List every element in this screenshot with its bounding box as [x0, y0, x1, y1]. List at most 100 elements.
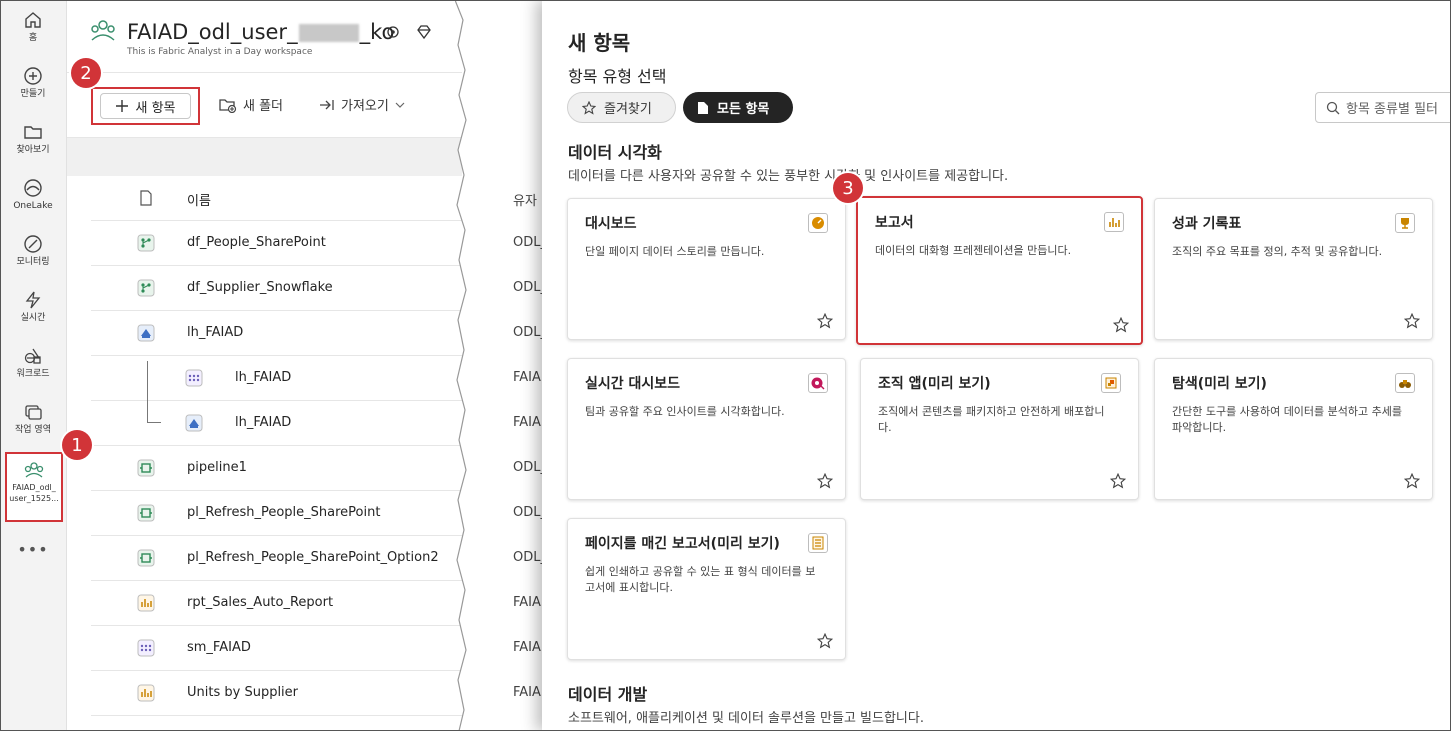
browse-icon [24, 126, 42, 139]
table-row[interactable]: Units by Supplier FAIAD_ [91, 671, 557, 716]
rail-label: OneLake [13, 201, 53, 211]
table-row[interactable]: df_Supplier_Snowflake ODL_U [91, 266, 557, 311]
realtime-icon [25, 291, 41, 309]
paginated-report-card[interactable]: 페이지를 매긴 보고서(미리 보기) 쉽게 인쇄하고 공유할 수 있는 표 형식… [567, 518, 846, 660]
section-desc-visualize: 데이터를 다른 사용자와 공유할 수 있는 풍부한 시각화 및 인사이트를 제공… [568, 169, 1009, 184]
section-title-visualize: 데이터 시각화 [568, 143, 662, 162]
report-card[interactable]: 보고서 데이터의 대화형 프레젠테이션을 만듭니다. [856, 196, 1143, 345]
rail-onelake[interactable]: OneLake [0, 178, 66, 212]
dataflow-icon [137, 279, 155, 297]
star-icon[interactable] [1113, 317, 1129, 333]
dataflow-icon [137, 234, 155, 252]
owner-column-header[interactable]: 유자 [513, 190, 537, 209]
redaction-mask [298, 24, 359, 42]
rail-workspaces[interactable]: 작업 영역 [0, 402, 66, 436]
rail-label: 모니터링 [16, 257, 50, 267]
card-desc: 쉽게 인쇄하고 공유할 수 있는 표 형식 데이터를 보고서에 표시합니다. [585, 565, 816, 594]
item-name: sm_FAIAD [187, 640, 251, 655]
card-desc: 데이터의 대화형 프레젠테이션을 만듭니다. [875, 244, 1072, 257]
rail-realtime[interactable]: 실시간 [0, 290, 66, 324]
table-row[interactable]: lh_FAIAD ODL_U [91, 311, 557, 356]
star-icon[interactable] [1110, 473, 1126, 489]
pipeline-icon [137, 549, 155, 567]
premium-diamond-icon[interactable] [416, 24, 432, 40]
rail-label: 워크로드 [16, 369, 50, 379]
exploration-card[interactable]: 탐색(미리 보기) 간단한 도구를 사용하여 데이터를 분석하고 추세를 파악합… [1154, 358, 1433, 500]
card-title: 페이지를 매긴 보고서(미리 보기) [585, 536, 780, 552]
chevron-down-icon [395, 102, 405, 108]
rail-label: 작업 영역 [15, 425, 51, 435]
new-item-highlight: 새 항목 [91, 87, 200, 125]
favorites-filter[interactable]: 즐겨찾기 [567, 92, 676, 123]
realtime-dashboard-card[interactable]: 실시간 대시보드 팀과 공유할 주요 인사이트를 시각화합니다. [567, 358, 846, 500]
new-item-drawer: 새 항목 항목 유형 선택 즐겨찾기 모든 항목 항목 종류별 필터 데이터 시… [542, 0, 1451, 731]
home-icon [25, 12, 41, 28]
item-name: df_Supplier_Snowflake [187, 280, 333, 295]
semantic-model-icon [137, 639, 155, 657]
table-row[interactable]: pl_Refresh_People_SharePoint ODL_U [91, 491, 557, 536]
rail-label: 만들기 [20, 89, 46, 99]
rail-home[interactable]: 홈 [0, 10, 66, 44]
star-icon[interactable] [817, 313, 833, 329]
item-name: Units by Supplier [187, 685, 299, 700]
new-item-button[interactable]: 새 항목 [100, 93, 191, 119]
torn-edge [455, 0, 469, 731]
all-items-filter[interactable]: 모든 항목 [683, 92, 793, 123]
card-title: 보고서 [875, 215, 914, 231]
card-title: 실시간 대시보드 [585, 376, 681, 392]
workspace-toolbar: 새 항목 새 폴더 가져오기 [67, 72, 462, 138]
dashboard-icon [808, 213, 828, 233]
table-row[interactable]: pipeline1 ODL_U [91, 446, 557, 491]
rail-create[interactable]: 만들기 [0, 66, 66, 100]
card-desc: 팀과 공유할 주요 인사이트를 시각화합니다. [585, 405, 785, 418]
dashboard-card[interactable]: 대시보드 단일 페이지 데이터 스토리를 만듭니다. [567, 198, 846, 340]
item-name: lh_FAIAD [235, 370, 292, 385]
rail-more-button[interactable]: ••• [0, 540, 66, 559]
rail-workspace-label-2: user_1525... [9, 494, 59, 503]
rail-browse[interactable]: 찾아보기 [0, 122, 66, 156]
scorecard-card[interactable]: 성과 기록표 조직의 주요 목표를 정의, 추적 및 공유합니다. [1154, 198, 1433, 340]
filter-placeholder: 항목 종류별 필터 [1346, 102, 1438, 117]
workspace-panel: FAIAD_odl_user_ _ko This is Fabric Analys… [67, 0, 557, 731]
import-label: 가져오기 [341, 99, 389, 114]
star-icon[interactable] [1404, 473, 1420, 489]
name-column-header[interactable]: 이름 [187, 190, 211, 209]
workspace-subtitle: This is Fabric Analyst in a Day workspac… [127, 47, 313, 57]
favorites-label: 즐겨찾기 [604, 102, 652, 117]
rail-workspace-label-1: FAIAD_odl_ [12, 483, 56, 492]
import-button[interactable]: 가져오기 [319, 95, 405, 114]
workspace-people-icon [24, 462, 44, 478]
card-desc: 조직의 주요 목표를 정의, 추적 및 공유합니다. [1172, 245, 1383, 258]
settings-people-icon[interactable] [385, 24, 401, 40]
left-rail: 홈 만들기 찾아보기 OneLake 모니터링 실시간 워크로드 작업 영역 F… [0, 0, 67, 731]
item-type-filter-input[interactable]: 항목 종류별 필터 [1315, 92, 1451, 123]
drawer-title: 새 항목 [568, 31, 631, 55]
monitor-icon [24, 235, 42, 253]
star-icon[interactable] [817, 473, 833, 489]
table-row[interactable]: df_People_SharePoint ODL_U [91, 221, 557, 266]
star-icon[interactable] [817, 633, 833, 649]
report-icon [137, 684, 155, 702]
import-arrow-icon [320, 99, 334, 110]
rail-monitor[interactable]: 모니터링 [0, 234, 66, 268]
star-icon[interactable] [1404, 313, 1420, 329]
card-title: 탐색(미리 보기) [1172, 376, 1267, 392]
workload-icon [24, 348, 41, 364]
plus-icon [116, 100, 129, 112]
item-name: df_People_SharePoint [187, 235, 326, 250]
org-app-card[interactable]: 조직 앱(미리 보기) 조직에서 콘텐츠를 패키지하고 안전하게 배포합니다. [860, 358, 1139, 500]
sql-endpoint-icon [185, 414, 203, 432]
new-folder-button[interactable]: 새 폴더 [219, 95, 283, 114]
tree-connector [147, 361, 161, 423]
workspace-title: FAIAD_odl_user_ _ko [127, 20, 394, 44]
pipeline-icon [137, 504, 155, 522]
rail-workload[interactable]: 워크로드 [0, 346, 66, 380]
rail-current-workspace[interactable]: FAIAD_odl_ user_1525... [5, 452, 63, 522]
table-row[interactable]: rpt_Sales_Auto_Report FAIAD_ [91, 581, 557, 626]
org-app-icon [1101, 373, 1121, 393]
new-folder-label: 새 폴더 [243, 99, 284, 114]
item-name: pl_Refresh_People_SharePoint [187, 505, 381, 520]
new-item-label: 새 항목 [135, 100, 176, 116]
table-row[interactable]: sm_FAIAD FAIAD_ [91, 626, 557, 671]
table-row[interactable]: pl_Refresh_People_SharePoint_Option2 ODL… [91, 536, 557, 581]
